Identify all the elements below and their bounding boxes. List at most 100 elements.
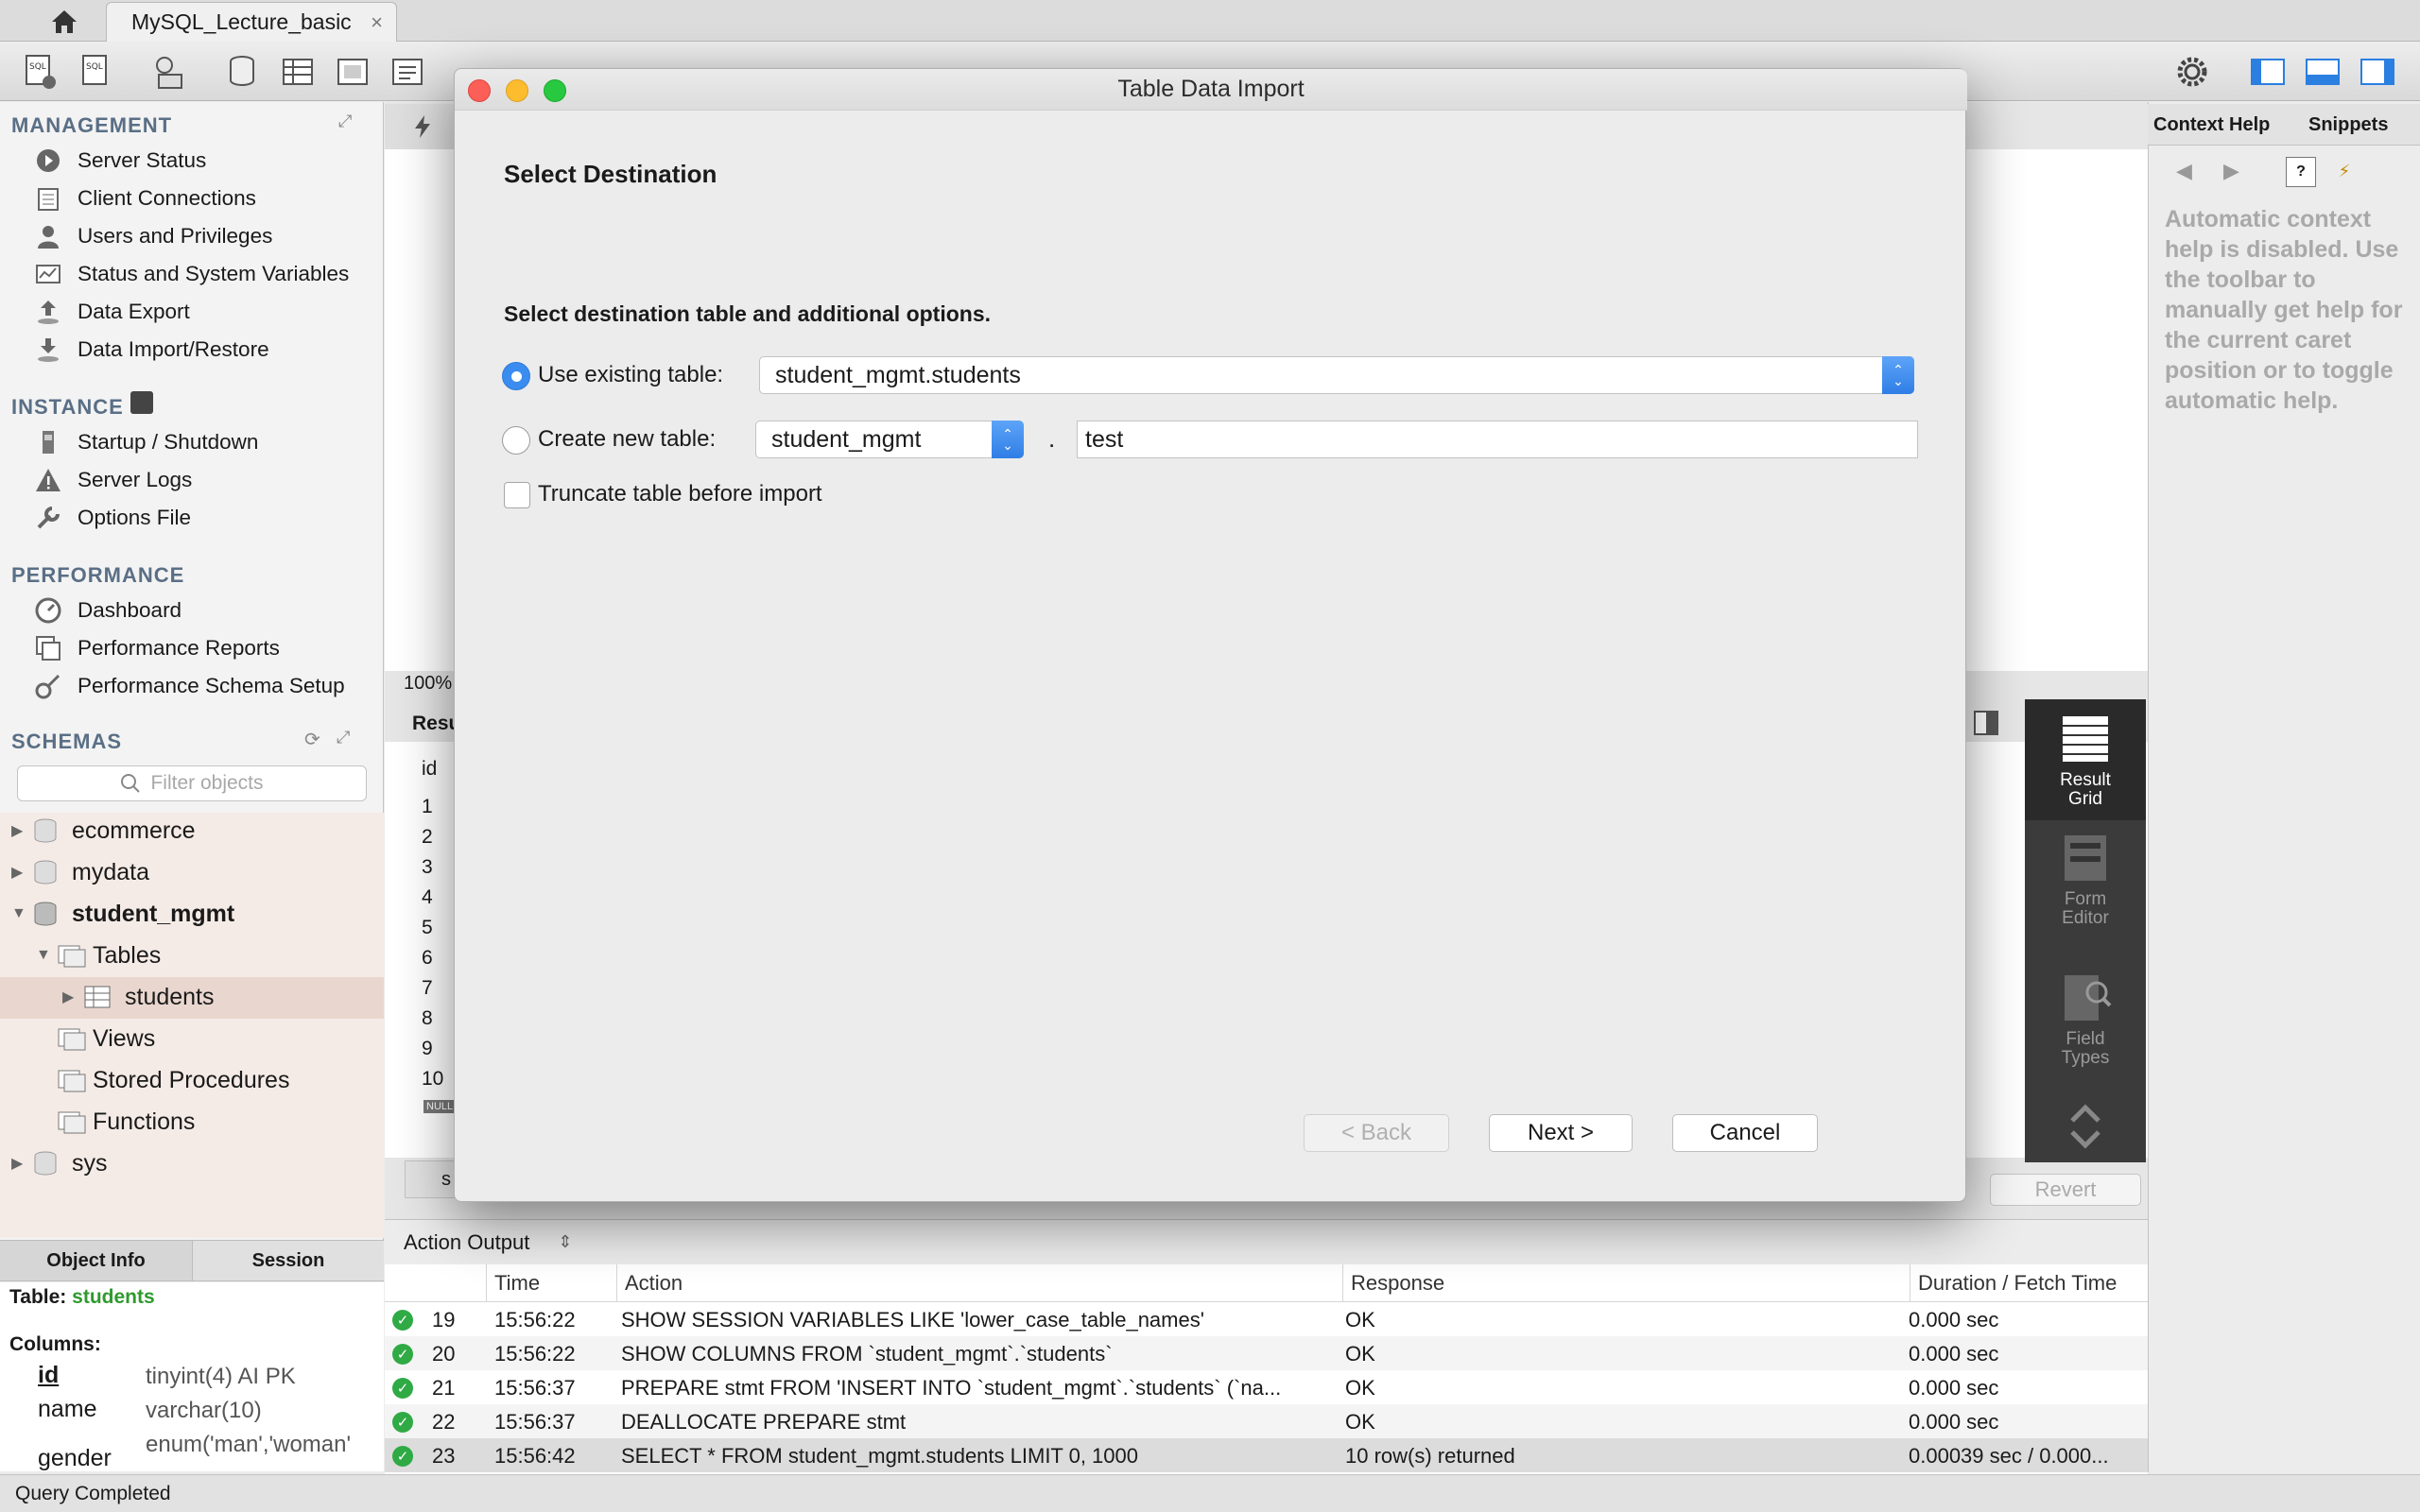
open-sql-button[interactable]: SQL	[76, 52, 115, 92]
cancel-button[interactable]: Cancel	[1672, 1114, 1818, 1152]
nav-server-status[interactable]: Server Status	[34, 144, 206, 178]
expand-triangle-icon[interactable]: ▶	[11, 821, 32, 840]
log-row[interactable]: ✓ 20 15:56:22 SHOW COLUMNS FROM `student_mg…	[385, 1336, 2148, 1370]
column-header-duration[interactable]: Duration / Fetch Time	[1910, 1264, 2148, 1302]
revert-button[interactable]: Revert	[1990, 1174, 2141, 1206]
schema-student-mgmt[interactable]: ▼ student_mgmt	[11, 894, 234, 934]
log-row[interactable]: ✓ 19 15:56:22 SHOW SESSION VARIABLES LIKE '…	[385, 1302, 2148, 1336]
row-response: OK	[1345, 1410, 1375, 1434]
schema-ecommerce[interactable]: ▶ ecommerce	[11, 811, 196, 850]
create-table-button[interactable]	[278, 52, 318, 92]
forward-arrow-icon[interactable]: ▶	[2223, 159, 2239, 183]
expand-triangle-icon[interactable]: ▶	[11, 1154, 32, 1173]
column-name: id	[38, 1362, 60, 1388]
nav-data-import[interactable]: Data Import/Restore	[34, 333, 269, 367]
tree-tables[interactable]: ▼ Tables	[36, 936, 161, 975]
back-arrow-icon[interactable]: ◀	[2176, 159, 2192, 183]
tree-table-students[interactable]: ▶ students	[62, 977, 215, 1017]
collapse-triangle-icon[interactable]: ▼	[36, 947, 57, 964]
toggle-sidebar-button[interactable]	[2248, 52, 2288, 92]
panel-toggle-icon[interactable]	[1974, 711, 1998, 735]
nav-data-export[interactable]: Data Export	[34, 295, 190, 329]
existing-table-select[interactable]: student_mgmt.students ⌃ ⌄	[759, 356, 1914, 394]
schema-mydata[interactable]: ▶ mydata	[11, 852, 149, 892]
close-window-button[interactable]	[468, 79, 491, 102]
create-view-button[interactable]	[333, 52, 372, 92]
reports-icon	[34, 634, 62, 662]
create-procedure-button[interactable]	[388, 52, 427, 92]
sql-tab-stub[interactable]: s	[405, 1160, 461, 1198]
tab-connection[interactable]: MySQL_Lecture_basic ×	[106, 2, 397, 42]
new-sql-tab-button[interactable]: SQL	[21, 52, 60, 92]
filter-objects-input[interactable]: Filter objects	[17, 765, 367, 801]
inspector-button[interactable]	[149, 52, 189, 92]
expand-schemas-icon[interactable]: ⤢	[337, 728, 350, 747]
new-table-schema-select[interactable]: student_mgmt ⌃ ⌄	[755, 421, 1024, 458]
schema-sys[interactable]: ▶ sys	[11, 1143, 108, 1183]
refresh-icon[interactable]: ⟳	[304, 728, 320, 751]
tree-functions[interactable]: Functions	[57, 1102, 195, 1142]
back-button[interactable]: < Back	[1304, 1114, 1449, 1152]
expand-icon[interactable]: ⤢	[338, 112, 352, 131]
query-tab-stub[interactable]	[385, 104, 460, 149]
database-icon	[34, 902, 57, 926]
nav-performance-schema-setup[interactable]: Performance Schema Setup	[34, 669, 345, 703]
nav-users-privileges[interactable]: Users and Privileges	[34, 219, 272, 253]
column-header-status[interactable]	[385, 1264, 487, 1302]
log-row[interactable]: ✓ 22 15:56:37 DEALLOCATE PREPARE stmt OK 0.00…	[385, 1404, 2148, 1438]
form-editor-view-button[interactable]: Form Editor	[2025, 832, 2146, 953]
toggle-output-button[interactable]	[2303, 52, 2342, 92]
zoom-window-button[interactable]	[544, 79, 566, 102]
toggle-secondary-sidebar-button[interactable]	[2358, 52, 2397, 92]
connections-icon	[34, 184, 62, 213]
tree-views[interactable]: Views	[57, 1019, 155, 1058]
create-new-table-radio[interactable]	[502, 426, 530, 455]
log-row[interactable]: ✓ 21 15:56:37 PREPARE stmt FROM 'INSERT INT…	[385, 1370, 2148, 1404]
log-row-selected[interactable]: ✓ 23 15:56:42 SELECT * FROM student_mgmt.st…	[385, 1438, 2148, 1472]
row-response: 10 row(s) returned	[1345, 1444, 1515, 1468]
svg-text:SQL: SQL	[29, 62, 46, 72]
tab-title: MySQL_Lecture_basic	[131, 9, 352, 34]
nav-dashboard[interactable]: Dashboard	[34, 593, 182, 627]
wrench-icon	[34, 504, 62, 532]
field-types-view-button[interactable]: Field Types	[2025, 971, 2146, 1092]
nav-client-connections[interactable]: Client Connections	[34, 181, 256, 215]
more-views-button[interactable]	[2025, 1100, 2146, 1157]
expand-triangle-icon[interactable]: ▶	[11, 863, 32, 882]
nav-performance-reports[interactable]: Performance Reports	[34, 631, 280, 665]
tab-context-help[interactable]: Context Help	[2153, 104, 2270, 146]
tree-stored-procedures[interactable]: Stored Procedures	[57, 1060, 289, 1100]
tab-snippets[interactable]: Snippets	[2308, 104, 2388, 146]
column-header-time[interactable]: Time	[487, 1264, 617, 1302]
close-tab-icon[interactable]: ×	[371, 10, 383, 35]
nav-server-logs[interactable]: Server Logs	[34, 463, 192, 497]
nav-options-file[interactable]: Options File	[34, 501, 191, 535]
collapse-triangle-icon[interactable]: ▼	[11, 905, 32, 922]
nav-status-variables[interactable]: Status and System Variables	[34, 257, 349, 291]
chevron-updown-icon[interactable]: ⇕	[558, 1232, 572, 1252]
minimize-window-button[interactable]	[506, 79, 528, 102]
result-grid-view-button[interactable]: Result Grid	[2025, 699, 2146, 820]
expand-triangle-icon[interactable]: ▶	[62, 988, 83, 1006]
use-existing-table-radio[interactable]	[502, 362, 530, 390]
sidebar-toggle-icon	[2251, 59, 2285, 85]
preferences-button[interactable]	[2172, 52, 2212, 92]
grid-column-header[interactable]: id	[422, 758, 437, 781]
column-header-response[interactable]: Response	[1343, 1264, 1910, 1302]
create-schema-button[interactable]	[223, 52, 263, 92]
home-button[interactable]	[38, 6, 91, 38]
auto-help-icon[interactable]: ⚡	[2329, 157, 2360, 187]
performance-header: PERFORMANCE	[11, 563, 185, 587]
new-table-name-input[interactable]: test	[1077, 421, 1918, 458]
tab-session[interactable]: Session	[193, 1241, 384, 1280]
tab-object-info[interactable]: Object Info	[0, 1241, 193, 1280]
form-icon	[2065, 835, 2106, 881]
row-time: 15:56:22	[494, 1308, 576, 1332]
column-header-action[interactable]: Action	[617, 1264, 1343, 1302]
truncate-table-checkbox[interactable]	[504, 482, 530, 508]
manual-help-icon[interactable]: ?	[2286, 157, 2316, 187]
row-time: 15:56:22	[494, 1342, 576, 1366]
next-button[interactable]: Next >	[1489, 1114, 1633, 1152]
action-output-header[interactable]: Action Output ⇕	[385, 1219, 2148, 1264]
nav-startup-shutdown[interactable]: Startup / Shutdown	[34, 425, 258, 459]
